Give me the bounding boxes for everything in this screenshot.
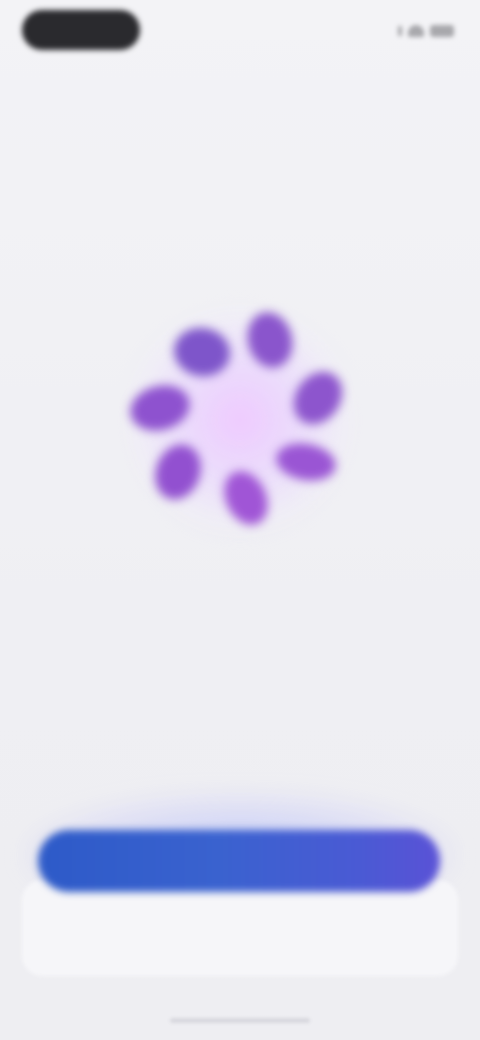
- app-screen: [0, 0, 480, 1040]
- spinner-petal: [174, 327, 230, 377]
- spinner-petal: [224, 471, 268, 525]
- spinner-petal: [276, 443, 336, 481]
- spinner-petal: [293, 371, 343, 425]
- primary-button[interactable]: [38, 830, 440, 892]
- wifi-icon: [408, 25, 424, 37]
- loading-spinner: [110, 290, 370, 550]
- status-bar: [0, 0, 480, 64]
- secondary-link[interactable]: [150, 924, 330, 948]
- spinner-petal: [130, 385, 190, 431]
- spinner-petal: [247, 312, 293, 368]
- spinner-petal: [155, 444, 201, 500]
- spinner-icon: [130, 312, 343, 525]
- battery-icon: [430, 25, 454, 37]
- home-indicator: [170, 1018, 310, 1023]
- status-icons: [384, 22, 454, 40]
- status-time: [22, 10, 140, 50]
- signal-icon: [398, 26, 402, 36]
